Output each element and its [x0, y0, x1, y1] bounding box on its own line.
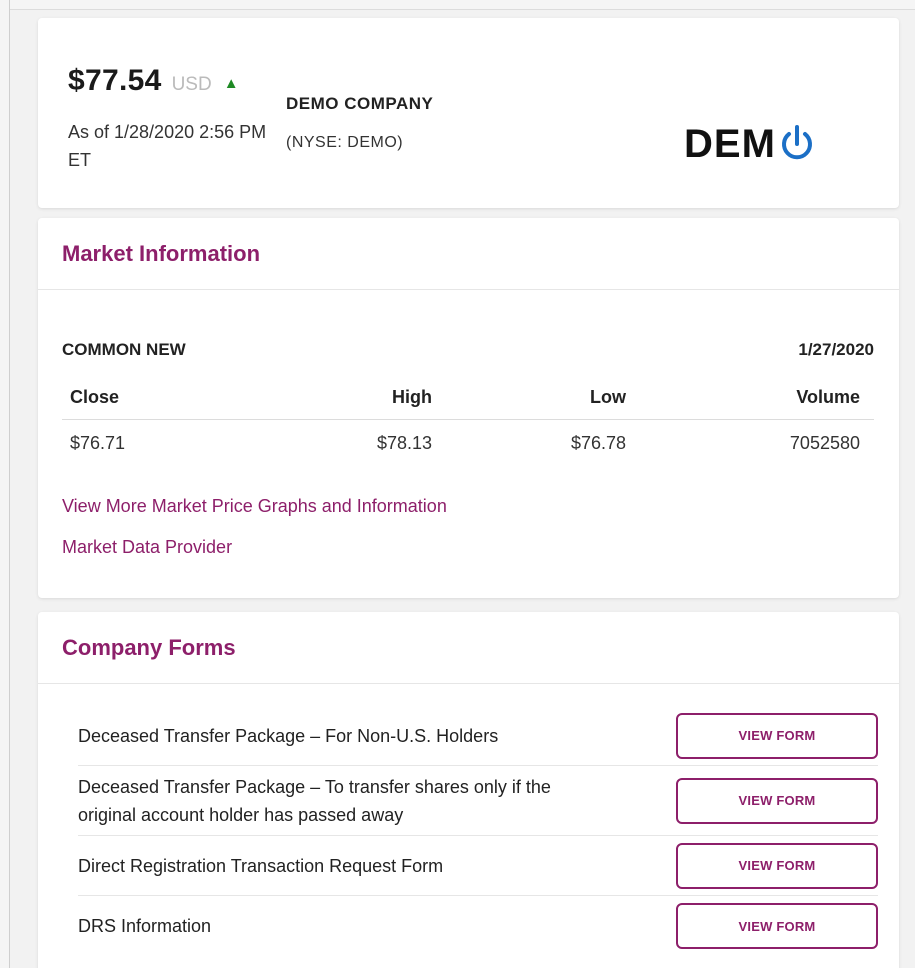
power-icon [781, 125, 812, 160]
column-header-low: Low [590, 387, 626, 407]
list-item: Deceased Transfer Package – For Non-U.S.… [78, 706, 878, 766]
view-form-button[interactable]: VIEW FORM [676, 712, 878, 759]
form-label: Deceased Transfer Package – To transfer … [78, 776, 551, 825]
low-value: $76.78 [570, 432, 626, 453]
table-header-row: Close High Low Volume [62, 376, 874, 420]
window-left-edge [0, 0, 10, 968]
market-price-table: Close High Low Volume $76.71 $78.13 $76.… [62, 376, 874, 466]
security-row: COMMON NEW 1/27/2020 [62, 340, 874, 360]
stock-quote-card: $77.54 USD ▲ As of 1/28/2020 2:56 PM ET … [38, 18, 899, 208]
price-row: $77.54 USD ▲ [68, 64, 239, 98]
market-date: 1/27/2020 [798, 340, 874, 359]
view-form-button[interactable]: VIEW FORM [676, 903, 878, 949]
company-forms-header: Company Forms [38, 612, 899, 684]
ticker-symbol: (NYSE: DEMO) [286, 134, 404, 151]
column-header-close: Close [70, 387, 120, 407]
volume-value: 7052580 [789, 432, 860, 453]
close-value: $76.71 [70, 432, 126, 453]
market-information-card: Market Information COMMON NEW 1/27/2020 … [38, 218, 899, 598]
list-item: DRS Information VIEW FORM [78, 896, 878, 956]
list-item: Deceased Transfer Package – To transfer … [78, 766, 878, 836]
up-arrow-icon: ▲ [223, 75, 239, 92]
market-information-title: Market Information [62, 240, 261, 266]
company-forms-card: Company Forms Deceased Transfer Package … [38, 612, 899, 968]
list-item: Direct Registration Transaction Request … [78, 836, 878, 896]
high-value: $78.13 [376, 432, 432, 453]
form-label: DRS Information [78, 916, 212, 936]
security-name: COMMON NEW [62, 340, 186, 359]
company-logo: DEM [684, 122, 816, 166]
quote-timestamp: As of 1/28/2020 2:56 PM ET [68, 122, 267, 170]
table-row: $76.71 $78.13 $76.78 7052580 [62, 420, 874, 466]
column-header-volume: Volume [796, 387, 860, 407]
form-label: Deceased Transfer Package – For Non-U.S.… [78, 725, 499, 746]
stock-price: $77.54 [68, 64, 162, 97]
column-header-high: High [392, 387, 432, 407]
logo-text: DEM [684, 122, 776, 166]
window-top-edge [10, 0, 915, 10]
form-label: Direct Registration Transaction Request … [78, 855, 444, 876]
company-forms-title: Company Forms [62, 634, 236, 660]
market-graphs-link[interactable]: View More Market Price Graphs and Inform… [62, 496, 447, 517]
view-form-button[interactable]: VIEW FORM [676, 842, 878, 889]
company-name: DEMO COMPANY [286, 94, 434, 113]
form-list: Deceased Transfer Package – For Non-U.S.… [78, 706, 878, 956]
currency-label: USD [171, 74, 212, 95]
view-form-button[interactable]: VIEW FORM [676, 777, 878, 824]
market-information-header: Market Information [38, 218, 899, 290]
market-data-provider-link[interactable]: Market Data Provider [62, 537, 232, 558]
